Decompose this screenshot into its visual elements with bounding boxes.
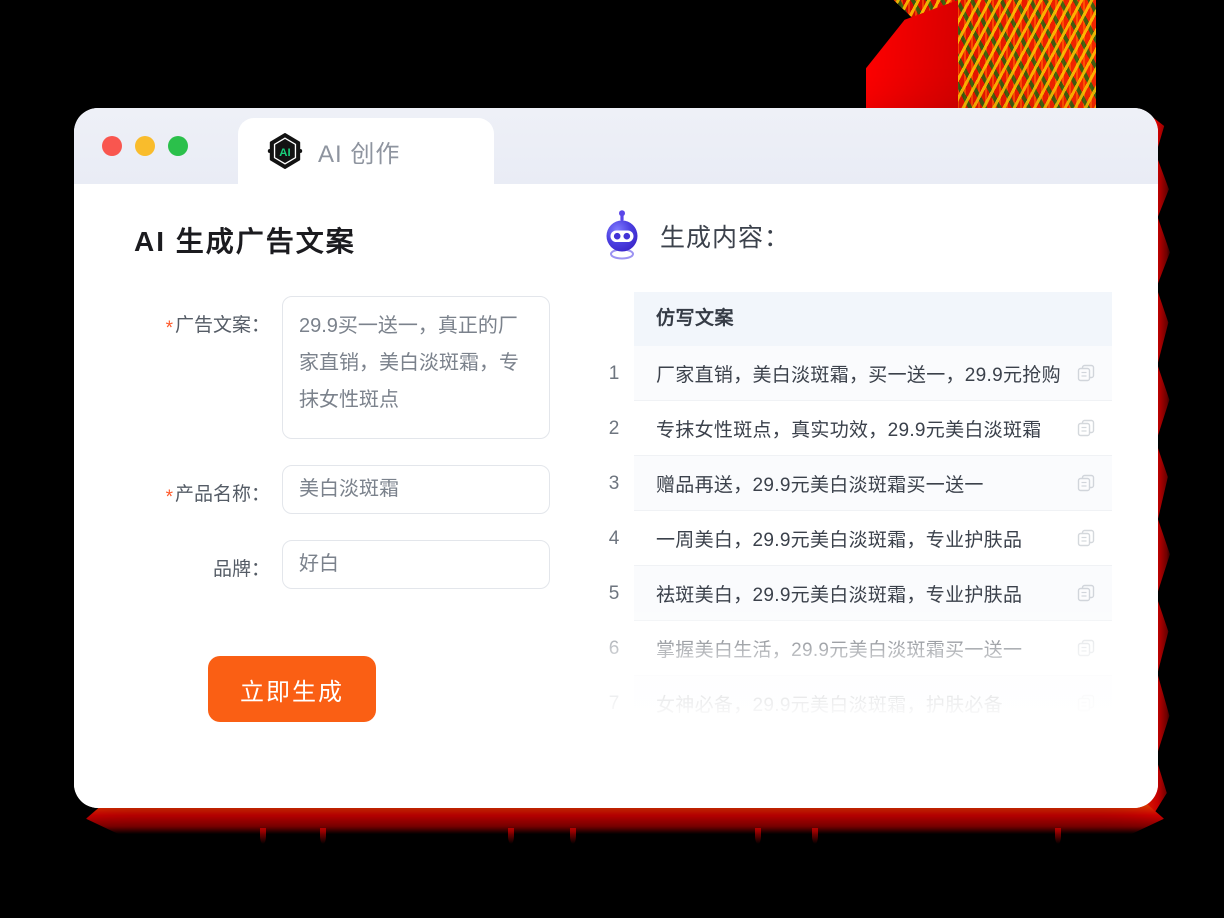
field-label-text: 品牌： bbox=[212, 559, 270, 580]
copy-text: 厂家直销，美白淡斑霜，买一送一，29.9元抢购 bbox=[656, 364, 1061, 386]
row-number: 5 bbox=[608, 583, 620, 604]
window-titlebar: AI AI 创作 bbox=[74, 108, 1158, 184]
copy-icon[interactable] bbox=[1076, 693, 1096, 713]
table-row[interactable]: 专抹女性斑点，真实功效，29.9元美白淡斑霜 bbox=[634, 401, 1112, 456]
row-number: 1 bbox=[608, 363, 620, 384]
copy-icon[interactable] bbox=[1076, 418, 1096, 438]
ai-hexagon-icon: AI bbox=[266, 132, 304, 170]
copy-text: 掌握美白生活，29.9元美白淡斑霜买一送一 bbox=[656, 639, 1023, 661]
copy-text: 祛斑美白，29.9元美白淡斑霜，专业护肤品 bbox=[656, 584, 1023, 606]
decorative-drip bbox=[1055, 828, 1061, 844]
ad-copy-textarea[interactable]: 29.9买一送一，真正的厂家直销，美白淡斑霜，专抹女性斑点 bbox=[282, 296, 550, 439]
field-label-text: 产品名称： bbox=[174, 484, 270, 505]
row-number-column: 1 2 3 4 5 6 7 bbox=[594, 292, 634, 722]
svg-text:AI: AI bbox=[279, 147, 290, 159]
product-name-input[interactable]: 美白淡斑霜 bbox=[282, 465, 550, 514]
copy-text: 一周美白，29.9元美白淡斑霜，专业护肤品 bbox=[656, 529, 1023, 551]
generate-button[interactable]: 立即生成 bbox=[208, 656, 376, 722]
copy-icon[interactable] bbox=[1076, 638, 1096, 658]
form-panel: AI 生成广告文案 * 广告文案： 29.9买一送一，真正的厂家直销，美白淡斑霜，… bbox=[74, 184, 586, 808]
robot-icon bbox=[600, 210, 644, 262]
results-table: 1 2 3 4 5 6 7 仿写文案 厂家直销，美白淡斑霜，买一送一，29.9元… bbox=[594, 292, 1112, 722]
decorative-drip bbox=[260, 828, 266, 844]
brand-input[interactable]: 好白 bbox=[282, 540, 550, 589]
row-number: 2 bbox=[608, 418, 620, 439]
field-product-name: * 产品名称： 美白淡斑霜 bbox=[134, 465, 586, 514]
field-label-ad-copy: * 广告文案： bbox=[134, 296, 282, 339]
row-number: 4 bbox=[608, 528, 620, 549]
results-title: 生成内容： bbox=[660, 224, 791, 252]
decorative-texture-top-right bbox=[866, 0, 1096, 110]
results-header: 生成内容： bbox=[594, 210, 1112, 262]
table-row[interactable]: 一周美白，29.9元美白淡斑霜，专业护肤品 bbox=[634, 511, 1112, 566]
window-content: AI 生成广告文案 * 广告文案： 29.9买一送一，真正的厂家直销，美白淡斑霜，… bbox=[74, 184, 1158, 808]
results-panel: 生成内容： 1 2 3 4 5 6 7 仿写文案 厂家直销，美白淡斑霜，买一送一… bbox=[586, 184, 1158, 808]
table-row[interactable]: 赠品再送，29.9元美白淡斑霜买一送一 bbox=[634, 456, 1112, 511]
close-button[interactable] bbox=[102, 136, 122, 156]
field-brand: 品牌： 好白 bbox=[134, 540, 586, 589]
page-title: AI 生成广告文案 bbox=[134, 226, 356, 257]
field-label-brand: 品牌： bbox=[134, 540, 282, 581]
table-row[interactable]: 女神必备，29.9元美白淡斑霜，护肤必备 bbox=[634, 676, 1112, 722]
decorative-drip bbox=[812, 828, 818, 844]
table-row[interactable]: 祛斑美白，29.9元美白淡斑霜，专业护肤品 bbox=[634, 566, 1112, 621]
copy-text: 专抹女性斑点，真实功效，29.9元美白淡斑霜 bbox=[656, 419, 1042, 441]
decorative-drip bbox=[508, 828, 514, 844]
copy-text: 赠品再送，29.9元美白淡斑霜买一送一 bbox=[656, 474, 984, 496]
field-label-text: 广告文案： bbox=[174, 315, 270, 336]
row-number: 6 bbox=[608, 638, 620, 659]
maximize-button[interactable] bbox=[168, 136, 188, 156]
app-window: AI AI 创作 AI 生成广告文案 * 广告文案： 29.9买一送一，真正的厂家… bbox=[74, 108, 1158, 808]
copy-icon[interactable] bbox=[1076, 528, 1096, 548]
traffic-light-buttons bbox=[102, 136, 188, 156]
copy-icon[interactable] bbox=[1076, 473, 1096, 493]
minimize-button[interactable] bbox=[135, 136, 155, 156]
table-row[interactable]: 厂家直销，美白淡斑霜，买一送一，29.9元抢购 bbox=[634, 346, 1112, 401]
table-column-header: 仿写文案 bbox=[634, 292, 1112, 346]
table-row[interactable]: 掌握美白生活，29.9元美白淡斑霜买一送一 bbox=[634, 621, 1112, 676]
row-number: 7 bbox=[608, 693, 620, 714]
copy-text: 女神必备，29.9元美白淡斑霜，护肤必备 bbox=[656, 694, 1003, 716]
field-ad-copy: * 广告文案： 29.9买一送一，真正的厂家直销，美白淡斑霜，专抹女性斑点 bbox=[134, 296, 586, 439]
copy-icon[interactable] bbox=[1076, 583, 1096, 603]
screenshot-stage: AI AI 创作 AI 生成广告文案 * 广告文案： 29.9买一送一，真正的厂家… bbox=[0, 0, 1224, 918]
required-asterisk: * bbox=[165, 487, 173, 508]
decorative-drip bbox=[320, 828, 326, 844]
tab-label: AI 创作 bbox=[318, 140, 401, 168]
decorative-drip bbox=[755, 828, 761, 844]
field-label-product-name: * 产品名称： bbox=[134, 465, 282, 508]
copy-list-panel: 仿写文案 厂家直销，美白淡斑霜，买一送一，29.9元抢购 专抹女性斑点，真实功效… bbox=[634, 292, 1112, 722]
tab-ai-creation[interactable]: AI AI 创作 bbox=[238, 118, 494, 184]
decorative-drip bbox=[570, 828, 576, 844]
copy-icon[interactable] bbox=[1076, 363, 1096, 383]
required-asterisk: * bbox=[165, 318, 173, 339]
row-number: 3 bbox=[608, 473, 620, 494]
